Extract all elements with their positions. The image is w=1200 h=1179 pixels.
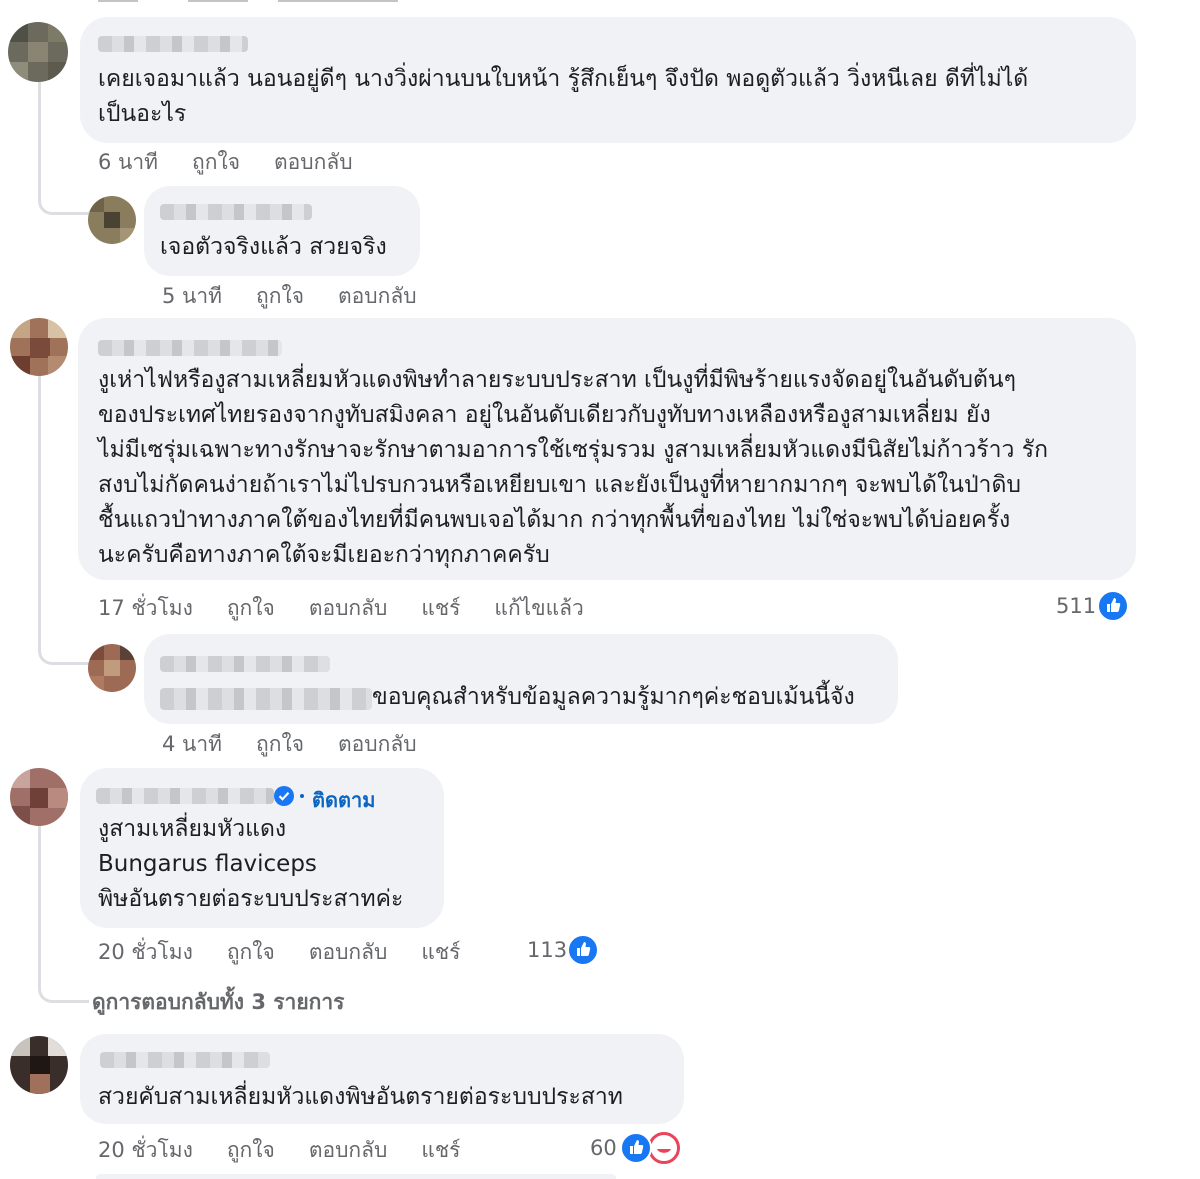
like-reaction-icon[interactable]	[1097, 590, 1129, 622]
thread-connector-2	[38, 630, 89, 665]
comment-text-line: นะครับคือทางภาคใต้จะมีเยอะกว่าทุกภาคครับ	[98, 542, 550, 568]
reply-button[interactable]: ตอบกลับ	[274, 150, 353, 174]
share-button[interactable]: แชร์	[421, 596, 460, 620]
comment-text-line: พิษอันตรายต่อระบบประสาทค่ะ	[98, 886, 404, 912]
avatar[interactable]	[10, 768, 68, 826]
thread-connector-1	[38, 180, 89, 215]
comment-text-line: งูสามเหลี่ยมหัวแดง	[98, 816, 287, 842]
comment-text-line: เคยเจอมาแล้ว นอนอยู่ดีๆ นางวิ่งผ่านบนใบห…	[98, 66, 1029, 92]
comment-text-line: เจอตัวจริงแล้ว สวยจริง	[160, 234, 387, 260]
reply-button[interactable]: ตอบกลับ	[309, 1138, 388, 1162]
comment-actions: 20 ชั่วโมง ถูกใจ ตอบกลับ แชร์	[98, 1134, 494, 1167]
author-name[interactable]	[160, 204, 312, 220]
avatar[interactable]	[8, 22, 68, 82]
comment-text-line: ขอบคุณสำหรับข้อมูลความรู้มากๆค่ะชอบเม้นน…	[372, 684, 855, 710]
clipped-next-comment	[96, 1174, 616, 1179]
reply-button[interactable]: ตอบกลับ	[338, 284, 417, 308]
comment-text-line: สงบไม่กัดคนง่ายถ้าเราไม่ไปรบกวนหรือเหยีย…	[98, 472, 1021, 498]
reaction-count[interactable]: 113	[527, 938, 567, 962]
comment-actions: 20 ชั่วโมง ถูกใจ ตอบกลับ แชร์	[98, 936, 494, 969]
comment-text-line: งูเห่าไฟหรืองูสามเหลี่ยมหัวแดงพิษทำลายระ…	[98, 367, 1016, 393]
author-name[interactable]	[100, 1052, 270, 1068]
mentioned-user[interactable]	[160, 688, 372, 710]
follow-button[interactable]: ติดตาม	[312, 784, 375, 816]
timestamp[interactable]: 4 นาที	[162, 732, 222, 756]
edited-label: แก้ไขแล้ว	[494, 596, 584, 620]
reaction-count[interactable]: 60	[590, 1136, 617, 1160]
avatar[interactable]	[10, 1036, 68, 1094]
comment-text-line: ของประเทศไทยรองจากงูทับสมิงคลา อยู่ในอัน…	[98, 402, 991, 428]
like-button[interactable]: ถูกใจ	[227, 1138, 275, 1162]
comment-actions: 17 ชั่วโมง ถูกใจ ตอบกลับ แชร์ แก้ไขแล้ว	[98, 592, 618, 625]
comment-actions: 4 นาที ถูกใจ ตอบกลับ	[162, 728, 451, 761]
author-name[interactable]	[98, 340, 282, 356]
verified-badge-icon	[274, 786, 294, 806]
avatar[interactable]	[88, 196, 136, 244]
comment-text-line: ชื้นแถวป่าทางภาคใต้ของไทยที่มีคนพบเจอได้…	[98, 507, 1011, 533]
like-button[interactable]: ถูกใจ	[192, 150, 240, 174]
timestamp[interactable]: 17 ชั่วโมง	[98, 596, 193, 620]
reply-button[interactable]: ตอบกลับ	[309, 596, 388, 620]
like-button[interactable]: ถูกใจ	[227, 596, 275, 620]
thread-connector-3	[38, 968, 89, 1003]
comment-text-line: สวยคับสามเหลี่ยมหัวแดงพิษอันตรายต่อระบบป…	[98, 1084, 623, 1110]
timestamp[interactable]: 6 นาที	[98, 150, 158, 174]
like-reaction-icon[interactable]	[620, 1132, 652, 1164]
haha-reaction-icon[interactable]	[648, 1132, 680, 1164]
timestamp[interactable]: 5 นาที	[162, 284, 222, 308]
comment-text-line: เป็นอะไร	[98, 101, 187, 127]
view-replies-link[interactable]: ดูการตอบกลับทั้ง 3 รายการ	[92, 986, 344, 1019]
avatar[interactable]	[88, 644, 136, 692]
reply-button[interactable]: ตอบกลับ	[309, 940, 388, 964]
author-name[interactable]	[160, 656, 330, 672]
like-reaction-icon[interactable]	[567, 934, 599, 966]
thread-line-2	[38, 370, 41, 650]
avatar[interactable]	[10, 318, 68, 376]
comment-text-line: Bungarus flaviceps	[98, 851, 317, 877]
comment-text-line: ไม่มีเซรุ่มเฉพาะทางรักษาจะรักษาตามอาการใ…	[98, 437, 1049, 463]
like-button[interactable]: ถูกใจ	[256, 732, 304, 756]
like-button[interactable]: ถูกใจ	[256, 284, 304, 308]
comment-actions: 6 นาที ถูกใจ ตอบกลับ	[98, 146, 387, 179]
share-button[interactable]: แชร์	[421, 1138, 460, 1162]
reaction-count[interactable]: 511	[1056, 594, 1096, 618]
author-name[interactable]	[98, 36, 248, 52]
like-button[interactable]: ถูกใจ	[227, 940, 275, 964]
timestamp[interactable]: 20 ชั่วโมง	[98, 1138, 193, 1162]
thread-line-3	[38, 822, 41, 982]
share-button[interactable]: แชร์	[421, 940, 460, 964]
author-name[interactable]	[96, 788, 274, 804]
separator-dot	[300, 794, 304, 798]
timestamp[interactable]: 20 ชั่วโมง	[98, 940, 193, 964]
reply-button[interactable]: ตอบกลับ	[338, 732, 417, 756]
clipped-previous-meta	[98, 0, 398, 4]
comment-actions: 5 นาที ถูกใจ ตอบกลับ	[162, 280, 451, 313]
